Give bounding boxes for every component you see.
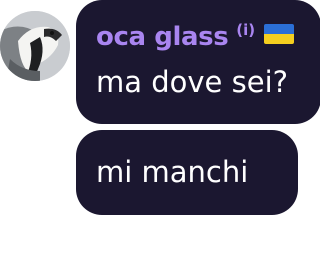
- user-avatar[interactable]: [0, 11, 70, 81]
- message-text: mi manchi: [96, 155, 249, 189]
- message-bubble-first[interactable]: oca glass (i) ma dove sei?: [76, 0, 320, 124]
- message-text: ma dove sei?: [96, 65, 289, 99]
- sender-tag: (i): [236, 21, 256, 39]
- message-bubble-second[interactable]: mi manchi: [76, 130, 298, 215]
- chat-thread: oca glass (i) ma dove sei? mi manchi: [0, 0, 320, 265]
- goose-photo-icon: [0, 11, 70, 81]
- sender-name[interactable]: oca glass: [96, 20, 229, 54]
- ukraine-flag-icon: [264, 24, 295, 44]
- sender-header: oca glass (i): [96, 20, 301, 54]
